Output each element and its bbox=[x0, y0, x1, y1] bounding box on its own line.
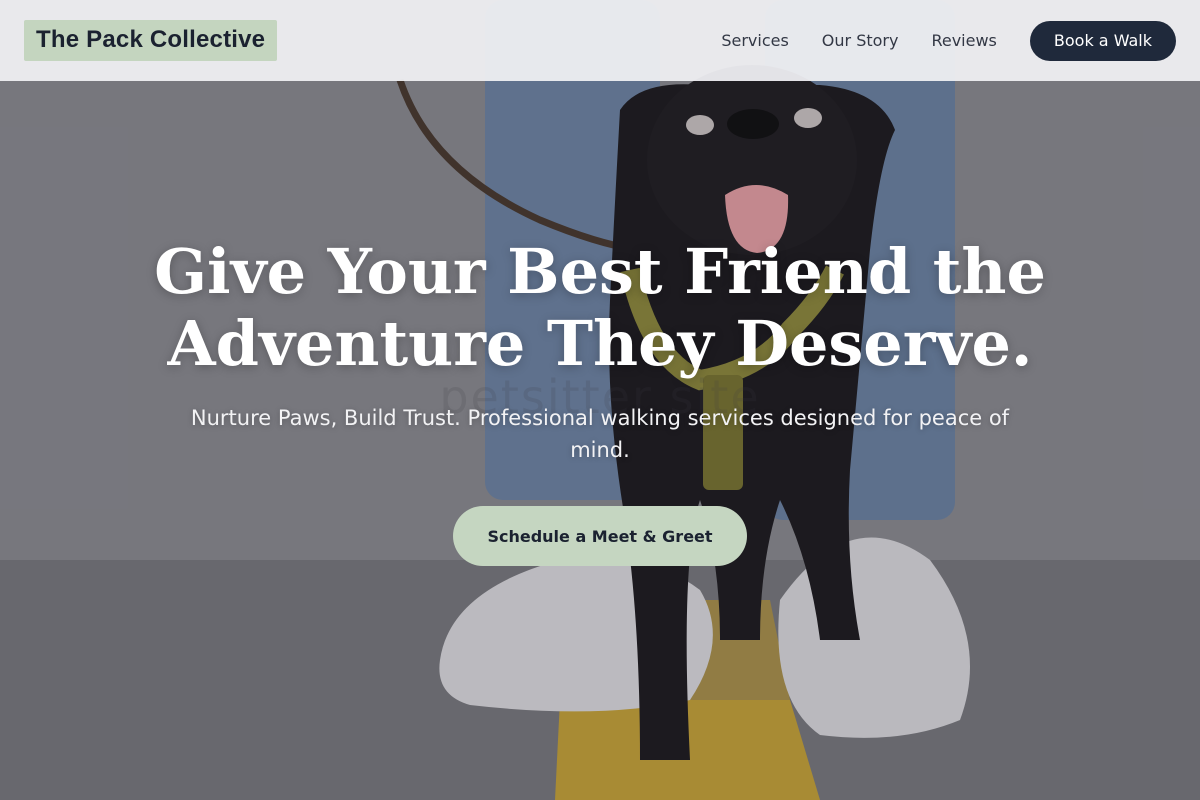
nav-link-our-story[interactable]: Our Story bbox=[822, 31, 899, 50]
hero-title-line-2: Adventure They Deserve. bbox=[167, 307, 1033, 380]
hero-overlay bbox=[0, 0, 1200, 800]
nav-link-reviews[interactable]: Reviews bbox=[931, 31, 996, 50]
hero-section: petsitter site bbox=[0, 0, 1200, 800]
hero-title-line-1: Give Your Best Friend the bbox=[154, 235, 1046, 308]
book-a-walk-button[interactable]: Book a Walk bbox=[1029, 20, 1176, 61]
hero-title: Give Your Best Friend the Adventure They… bbox=[0, 236, 1200, 380]
brand-logo[interactable]: The Pack Collective bbox=[24, 20, 278, 61]
main-nav: Services Our Story Reviews Book a Walk bbox=[721, 20, 1176, 61]
hero-subtitle: Nurture Paws, Build Trust. Professional … bbox=[190, 406, 1010, 462]
site-header: The Pack Collective Services Our Story R… bbox=[0, 0, 1200, 81]
nav-link-services[interactable]: Services bbox=[721, 31, 788, 50]
schedule-meet-greet-button[interactable]: Schedule a Meet & Greet bbox=[453, 506, 747, 566]
